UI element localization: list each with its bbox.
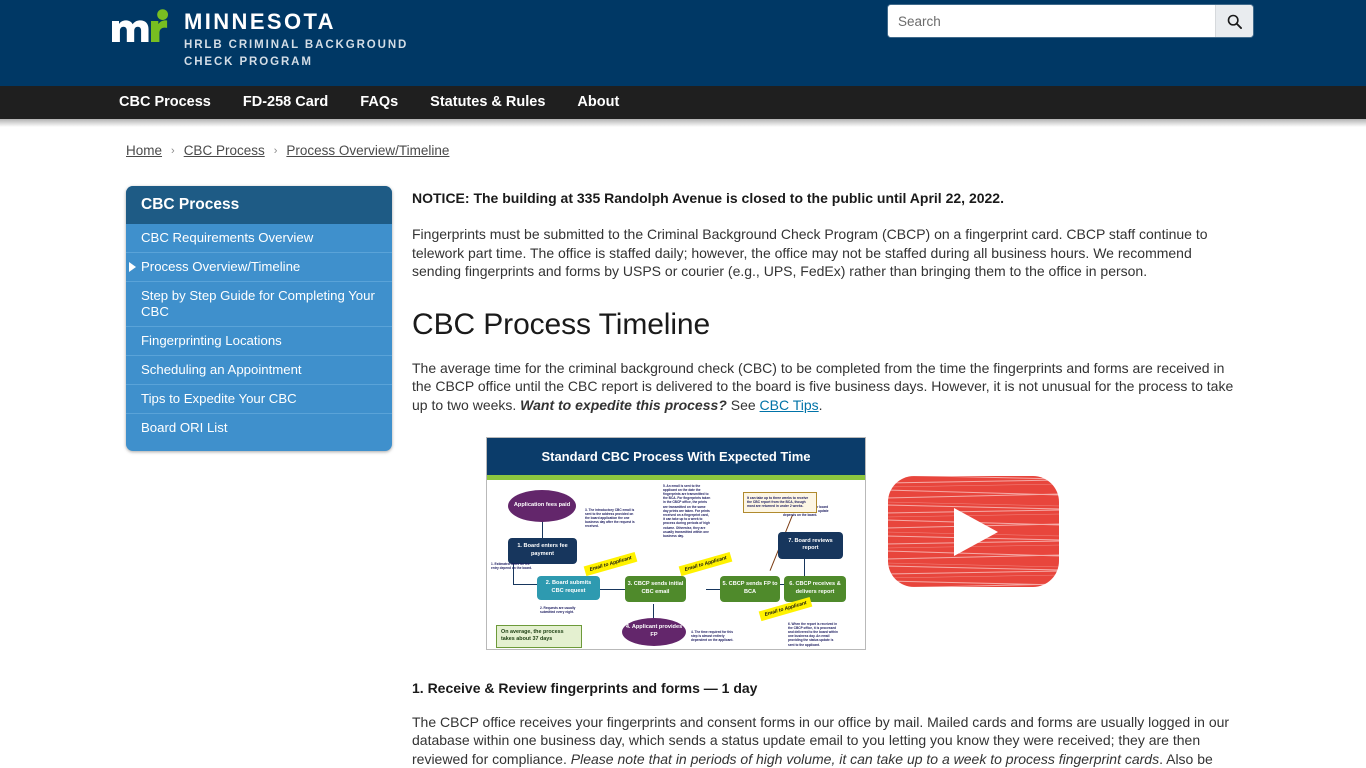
breadcrumb-separator-icon: ›: [273, 144, 278, 157]
content-layout: CBC Process CBC Requirements Overview Pr…: [110, 158, 1256, 768]
diagram-note-3: 3. The introductory CBC email is sent to…: [585, 507, 635, 529]
main-navigation[interactable]: CBC Process FD-258 Card FAQs Statutes & …: [0, 86, 1366, 119]
cbc-tips-link[interactable]: CBC Tips: [760, 397, 819, 413]
diagram-node-applicant-provides-fp: 4. Applicant provides FP: [622, 617, 686, 646]
brand-text: MINNESOTA HRLB CRIMINAL BACKGROUND CHECK…: [184, 7, 408, 71]
search-input[interactable]: [888, 5, 1215, 37]
sidebar-item-board-ori-list[interactable]: Board ORI List: [126, 414, 392, 442]
diagram-node-board-reviews-report: 7. Board reviews report: [778, 531, 843, 559]
diagram-connector: [513, 583, 537, 585]
brand-state-name: MINNESOTA: [184, 9, 336, 34]
sidebar-item-cbc-requirements-overview[interactable]: CBC Requirements Overview: [126, 224, 392, 253]
breadcrumb-separator-icon: ›: [171, 144, 175, 157]
diagram-note-5: 5. An email is sent to the applicant on …: [663, 483, 711, 538]
brand-program-line-2: CHECK PROGRAM: [184, 56, 313, 68]
diagram-note-4: 4. The time required for this step is al…: [691, 629, 734, 642]
notice-text: NOTICE: The building at 335 Randolph Ave…: [412, 190, 1004, 206]
page-container: Home › CBC Process › Process Overview/Ti…: [0, 127, 1366, 768]
diagram-average-days-box: On average, the process takes about 37 d…: [496, 624, 582, 648]
diagram-note-1: 1. Estimated times for fee entry depend …: [491, 561, 533, 570]
mn-logo-icon: [112, 9, 168, 42]
youtube-play-icon: [888, 475, 1059, 587]
breadcrumb-item-cbc-process[interactable]: CBC Process: [184, 143, 265, 158]
diagram-node-board-submits-cbc-request: 2. Board submits CBC request: [537, 575, 600, 600]
page-title: CBC Process Timeline: [412, 307, 711, 341]
search-bar[interactable]: [888, 5, 1253, 37]
diagram-node-cbcp-receives-delivers-report: 6. CBCP receives & delivers report: [784, 575, 846, 602]
youtube-video-thumbnail[interactable]: [886, 470, 1061, 593]
breadcrumb-item-current[interactable]: Process Overview/Timeline: [286, 143, 449, 158]
site-brand[interactable]: MINNESOTA HRLB CRIMINAL BACKGROUND CHECK…: [110, 7, 408, 71]
main-content: NOTICE: The building at 335 Randolph Ave…: [412, 186, 1240, 768]
diagram-tag-email-to-applicant: Email to Applicant: [678, 551, 733, 576]
diagram-canvas: Application fees paid 1. Board enters fe…: [487, 480, 865, 649]
brand-program-line-1: HRLB CRIMINAL BACKGROUND: [184, 39, 409, 51]
diagram-title: Standard CBC Process With Expected Time: [487, 437, 865, 475]
diagram-node-cbcp-sends-fp-to-bca: 5. CBCP sends FP to BCA: [720, 575, 780, 602]
search-icon: [1227, 14, 1242, 29]
cbc-process-diagram[interactable]: Standard CBC Process With Expected Time: [486, 436, 866, 650]
diagram-connector: [600, 588, 625, 590]
sidebar-item-step-by-step-guide[interactable]: Step by Step Guide for Completing Your C…: [126, 282, 392, 327]
timeline-paragraph: The average time for the criminal backgr…: [412, 359, 1240, 415]
timeline-emphasis: Want to expedite this process?: [520, 396, 727, 413]
media-row: Standard CBC Process With Expected Time: [412, 436, 1240, 650]
sidebar-item-process-overview-timeline[interactable]: Process Overview/Timeline: [126, 253, 392, 282]
diagram-node-cbcp-sends-initial-cbc-email: 3. CBCP sends initial CBC email: [625, 575, 686, 602]
diagram-note-6: 6. When the report is received in the CB…: [788, 621, 838, 647]
step-1-text-italic: Please note that in periods of high volu…: [570, 750, 1160, 767]
search-submit-button[interactable]: [1215, 5, 1253, 37]
breadcrumb-item-home[interactable]: Home: [126, 143, 162, 158]
diagram-node-board-enters-fee-payment: 1. Board enters fee payment: [508, 537, 577, 564]
diagram-callout-bca-timing: It can take up to three weeks to receive…: [743, 491, 817, 513]
nav-item-statutes-rules[interactable]: Statutes & Rules: [414, 86, 561, 119]
timeline-see-text: See: [726, 396, 760, 413]
nav-item-faqs[interactable]: FAQs: [344, 86, 414, 119]
diagram-tag-email-to-applicant: Email to Applicant: [583, 551, 638, 576]
nav-item-about[interactable]: About: [561, 86, 635, 119]
diagram-note-2: 2. Requests are usually submitted every …: [540, 605, 576, 614]
intro-paragraph: Fingerprints must be submitted to the Cr…: [412, 226, 1208, 280]
site-header: MINNESOTA HRLB CRIMINAL BACKGROUND CHECK…: [0, 0, 1366, 86]
step-1-heading: 1. Receive & Review fingerprints and for…: [412, 679, 758, 696]
sidebar-item-scheduling-an-appointment[interactable]: Scheduling an Appointment: [126, 356, 392, 385]
nav-item-cbc-process[interactable]: CBC Process: [110, 86, 227, 119]
sidebar-item-tips-to-expedite[interactable]: Tips to Expedite Your CBC: [126, 385, 392, 414]
nav-item-fd-258-card[interactable]: FD-258 Card: [227, 86, 344, 119]
diagram-node-application-fees-paid: Application fees paid: [508, 489, 576, 522]
sidebar-item-fingerprinting-locations[interactable]: Fingerprinting Locations: [126, 327, 392, 356]
step-1-paragraph: The CBCP office receives your fingerprin…: [412, 713, 1240, 768]
breadcrumb: Home › CBC Process › Process Overview/Ti…: [110, 127, 1256, 158]
sidebar-navigation: CBC Process CBC Requirements Overview Pr…: [126, 186, 392, 451]
nav-dropshadow: [0, 119, 1366, 127]
timeline-period: .: [818, 396, 823, 413]
sidebar-title: CBC Process: [126, 186, 392, 224]
